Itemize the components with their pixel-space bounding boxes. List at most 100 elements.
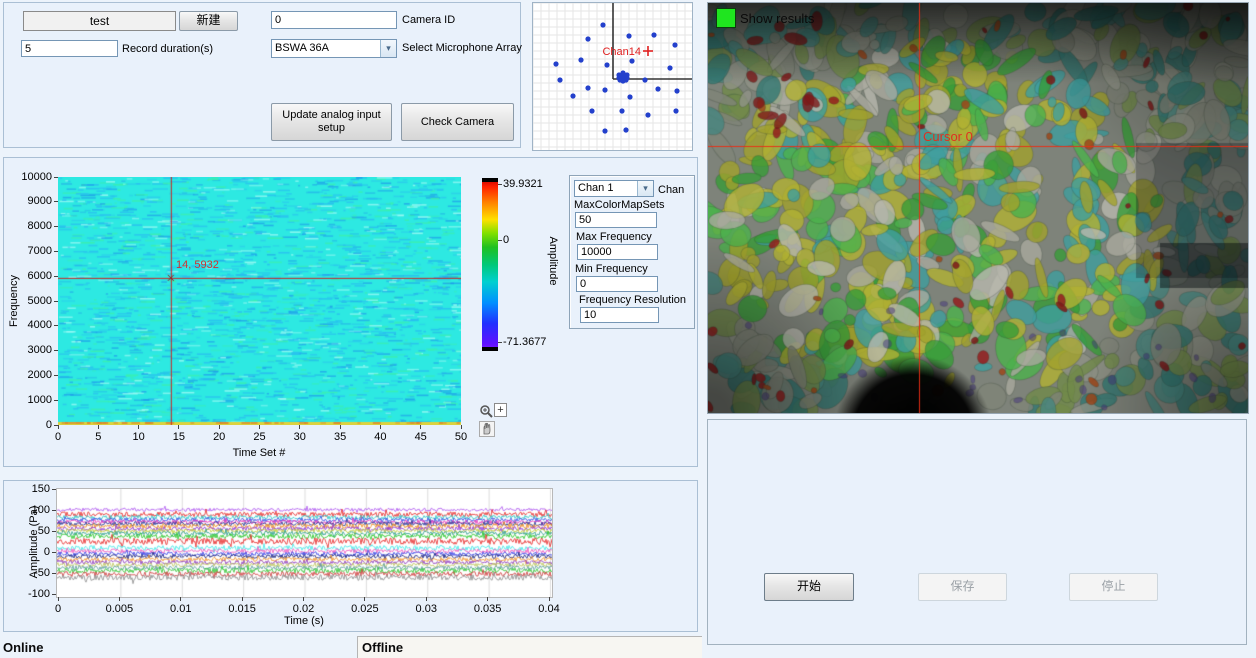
waveform-x-tick-label: 0.02 [293,603,314,615]
colorbar-tick-label: 39.9321 [503,178,543,190]
chevron-down-icon[interactable]: ▾ [380,40,396,57]
waveform-x-tick-label: 0.03 [416,603,437,615]
mic-dot [604,62,609,67]
mic-dot [616,75,621,80]
waveform-x-tick-mark [426,597,427,601]
show-results-checkbox[interactable] [716,8,736,28]
mic-array-value: BSWA 36A [275,42,329,54]
waveform-x-tick-label: 0.015 [228,603,256,615]
show-results-label: Show results [740,11,814,26]
waveform-y-tick-mark [52,573,56,574]
spectrogram-plot[interactable] [58,177,461,425]
start-button[interactable]: 开始 [764,573,854,601]
spectrogram-x-tick-label: 15 [173,431,185,443]
record-duration-label: Record duration(s) [122,43,213,55]
spectrogram-x-tick-label: 20 [213,431,225,443]
zoom-options-button[interactable]: + [494,403,507,417]
waveform-plot[interactable] [56,488,553,598]
spectrogram-y-tick-label: 5000 [12,295,52,307]
waveform-x-tick-mark [242,597,243,601]
colorbar-tick-mark [498,240,502,241]
field-input[interactable] [576,276,658,292]
mic-array-panel: Chan14 [532,2,693,151]
colorbar-bottom-cap [482,347,498,351]
waveform-y-tick-label: 0 [14,546,50,558]
spectrogram-cursor-label: 14, 5932 [176,259,219,271]
mic-dot [626,33,631,38]
pan-tool-icon[interactable] [479,421,495,437]
camera-image[interactable] [708,3,1248,413]
mic-array-plot[interactable]: Chan14 [533,3,692,150]
mic-dot [623,127,628,132]
mic-dot [672,42,677,47]
waveform-x-tick-label: 0.04 [538,603,559,615]
update-analog-input-button[interactable]: Update analog input setup [271,103,392,141]
spectrogram-y-tick-label: 7000 [12,245,52,257]
spectrogram-y-tick-label: 2000 [12,369,52,381]
camera-id-input[interactable] [271,11,397,29]
spectrogram-x-tick-label: 5 [95,431,101,443]
waveform-x-tick-mark [180,597,181,601]
spectrogram-y-tick-mark [54,251,58,252]
mic-dot [602,128,607,133]
spectrogram-x-tick-label: 0 [55,431,61,443]
mic-dot [578,57,583,62]
settings-panel: test 新建 Record duration(s) Camera ID BSW… [3,2,521,148]
waveform-y-tick-mark [52,552,56,553]
waveform-x-tick-mark [364,597,365,601]
spectrogram-y-tick-mark [54,301,58,302]
waveform-y-tick-label: -50 [14,567,50,579]
test-name-display[interactable]: test [23,11,176,31]
save-button[interactable]: 保存 [918,573,1007,601]
mic-dot [602,87,607,92]
spectrogram-y-tick-label: 3000 [12,344,52,356]
colorbar-tick-label: -71.3677 [503,336,546,348]
field-label: MaxColorMapSets [574,199,664,211]
chan-cursor-label: Chan14 [602,46,641,58]
field-input[interactable] [577,244,658,260]
mic-dot [667,65,672,70]
field-label: Max Frequency [576,231,652,243]
check-camera-button[interactable]: Check Camera [401,103,514,141]
stop-button[interactable]: 停止 [1069,573,1158,601]
waveform-y-tick-mark [52,510,56,511]
offline-status-box: Offline [357,636,702,658]
spectrogram-y-tick-label: 0 [12,419,52,431]
spectrogram-x-tick-label: 40 [374,431,386,443]
waveform-x-tick-label: 0 [55,603,61,615]
actions-panel: 开始 保存 停止 [707,419,1247,645]
spectrogram-x-tick-mark [299,425,300,429]
mic-dot [627,94,632,99]
mic-dot [673,108,678,113]
zoom-tool-icon[interactable] [479,404,494,419]
chan-select[interactable]: Chan 1 ▾ [574,180,654,197]
waveform-x-axis-label: Time (s) [284,615,324,627]
mic-dot [619,108,624,113]
spectrogram-y-tick-mark [54,400,58,401]
channel-settings-panel: Chan 1 ▾ Chan MaxColorMapSetsMax Frequen… [569,175,695,329]
waveform-y-tick-mark [52,531,56,532]
waveform-x-tick-label: 0.005 [106,603,134,615]
field-input[interactable] [575,212,657,228]
field-input[interactable] [580,307,659,323]
spectrogram-x-tick-mark [138,425,139,429]
mic-dot [557,77,562,82]
record-duration-input[interactable] [21,40,118,57]
waveform-x-tick-mark [303,597,304,601]
waveform-y-tick-label: 150 [14,483,50,495]
amplitude-axis-label: Amplitude [547,237,559,286]
waveform-y-tick-mark [52,594,56,595]
new-button[interactable]: 新建 [179,11,238,31]
camera-cursor-label: Cursor 0 [923,129,973,144]
mic-dot [600,22,605,27]
mic-dot [674,88,679,93]
chevron-down-icon[interactable]: ▾ [637,181,653,196]
amplitude-colorbar [482,178,498,351]
spectrogram-y-tick-mark [54,350,58,351]
colorbar-tick-label: 0 [503,234,509,246]
camera-id-label: Camera ID [402,14,455,26]
mic-dot [624,75,629,80]
mic-dot [585,36,590,41]
spectrogram-x-tick-label: 10 [132,431,144,443]
mic-array-select[interactable]: BSWA 36A ▾ [271,39,397,58]
